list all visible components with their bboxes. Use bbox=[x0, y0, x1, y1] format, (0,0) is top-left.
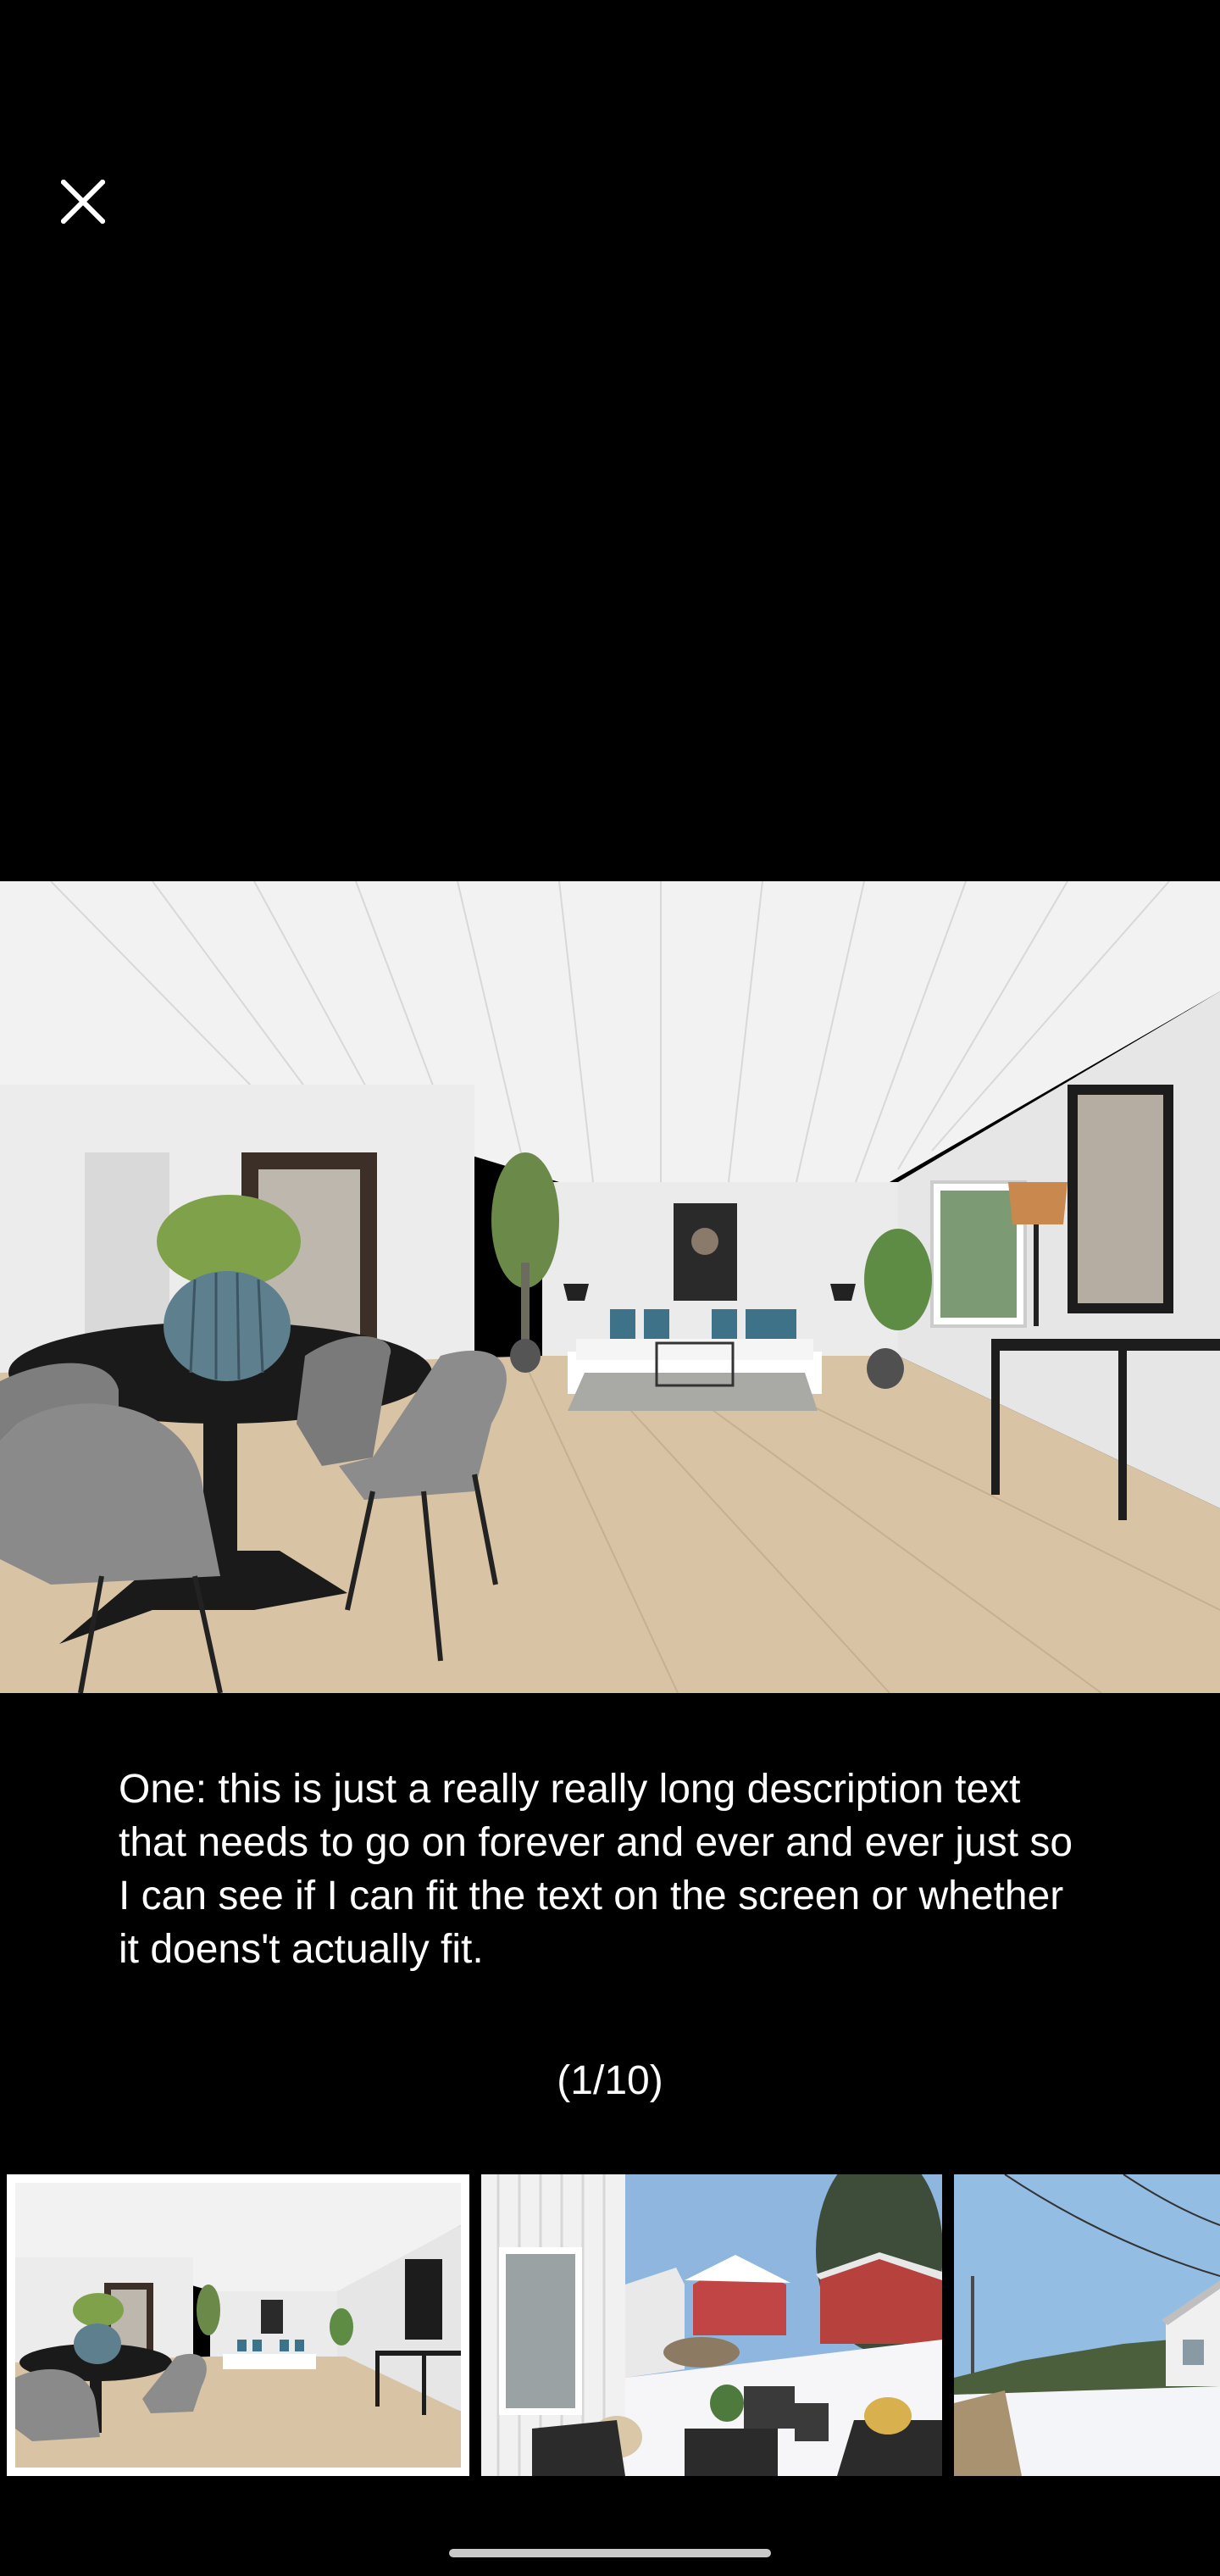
photo-counter: (1/10) bbox=[557, 2058, 663, 2103]
thumbnail-2[interactable] bbox=[481, 2174, 942, 2476]
home-indicator[interactable] bbox=[449, 2549, 771, 2557]
thumbnail-1[interactable] bbox=[7, 2174, 469, 2476]
thumbnail-3[interactable] bbox=[954, 2174, 1220, 2476]
close-button[interactable] bbox=[42, 161, 124, 242]
thumbnail-strip[interactable] bbox=[0, 2174, 1220, 2479]
close-icon bbox=[61, 180, 105, 224]
photo-caption: One: this is just a really really long d… bbox=[119, 1767, 1073, 1972]
main-photo[interactable] bbox=[0, 881, 1220, 1693]
